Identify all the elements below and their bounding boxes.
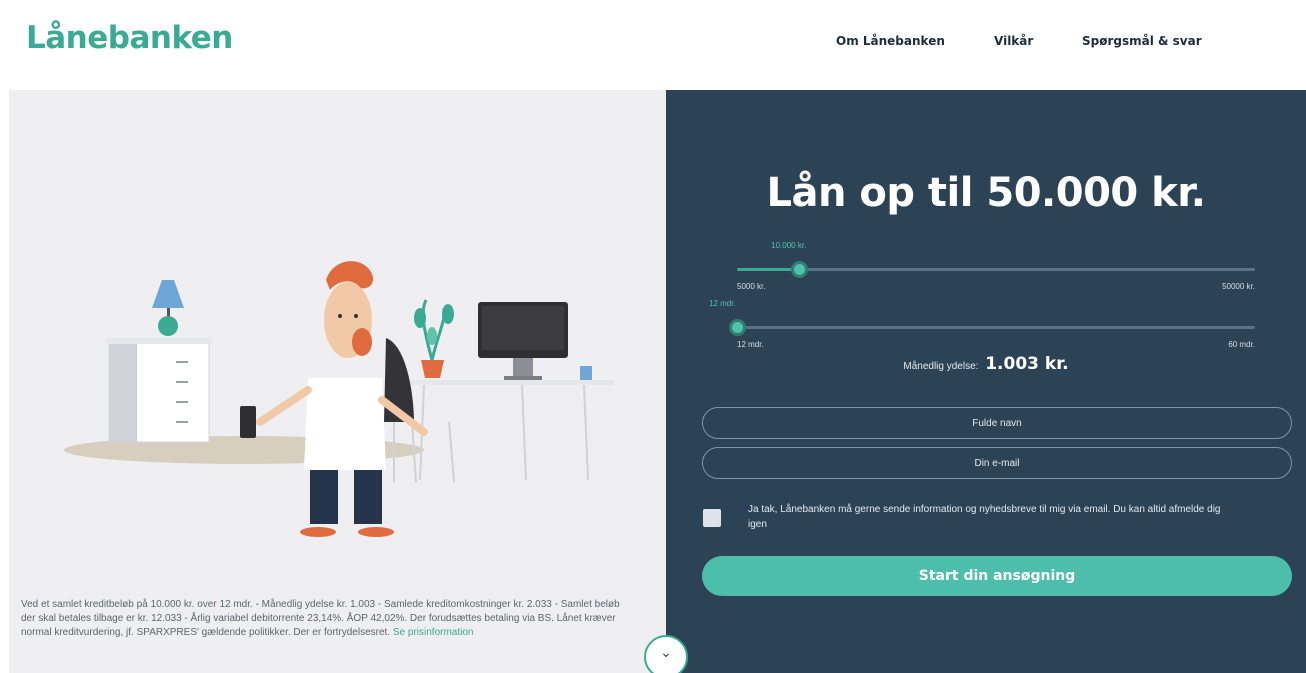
headline: Lån op til 50.000 kr. (766, 170, 1207, 216)
mug-shape (580, 366, 592, 380)
monthly-payment-label: Månedlig ydelse: (903, 361, 979, 372)
desk-top (404, 380, 614, 385)
cabinet-top (106, 338, 212, 344)
amount-max-label: 50000 kr. (1222, 282, 1255, 291)
email-input[interactable] (702, 447, 1292, 479)
logo[interactable]: Lånebanken (26, 20, 233, 56)
amount-value-label: 10.000 kr. (771, 241, 807, 250)
amount-slider-handle[interactable] (791, 261, 809, 278)
newsletter-consent-text: Ja tak, Lånebanken må gerne sende inform… (748, 504, 1221, 530)
term-value-label: 12 mdr. (709, 299, 736, 308)
cabinet-side (109, 342, 137, 442)
price-info-link[interactable]: Se prisinformation (393, 627, 474, 638)
monthly-payment-value: 1.003 kr. (985, 354, 1069, 374)
illustration-panel: Ved et samlet kreditbeløb på 10.000 kr. … (9, 90, 666, 673)
nav-about[interactable]: Om Lånebanken (836, 34, 945, 48)
monthly-payment: Månedlig ydelse: 1.003 kr. (666, 354, 1306, 374)
phone-shape (240, 406, 256, 438)
lamp-base (158, 316, 178, 336)
term-slider[interactable]: 12 mdr. 12 mdr. 60 mdr. (709, 299, 1255, 349)
site-header: Lånebanken Om Lånebanken Vilkår Spørgsmå… (0, 0, 1306, 90)
newsletter-consent-checkbox[interactable] (703, 509, 721, 527)
amount-track-fill (737, 268, 800, 271)
full-name-input[interactable] (702, 407, 1292, 439)
amount-min-label: 5000 kr. (737, 282, 766, 291)
person-shirt (304, 378, 386, 470)
term-max-label: 60 mdr. (1228, 340, 1255, 349)
plant-pot (421, 360, 444, 378)
office-illustration (64, 261, 614, 537)
amount-track[interactable] (737, 268, 1255, 271)
scroll-down-button[interactable]: ⌄ (644, 635, 688, 673)
disclaimer-text: Ved et samlet kreditbeløb på 10.000 kr. … (21, 599, 620, 638)
term-track[interactable] (737, 326, 1255, 329)
loan-form-panel: Lån op til 50.000 kr. 10.000 kr. 5000 kr… (666, 90, 1306, 673)
nav-terms[interactable]: Vilkår (994, 34, 1033, 48)
amount-slider[interactable]: 10.000 kr. 5000 kr. 50000 kr. (737, 241, 1255, 291)
nav-faq[interactable]: Spørgsmål & svar (1082, 34, 1202, 48)
start-application-button[interactable]: Start din ansøgning (702, 556, 1292, 596)
price-disclaimer: Ved et samlet kreditbeløb på 10.000 kr. … (21, 598, 621, 640)
term-min-label: 12 mdr. (737, 340, 764, 349)
chevron-down-icon: ⌄ (660, 644, 672, 660)
lamp-shade (152, 280, 184, 308)
term-slider-handle[interactable] (729, 319, 746, 336)
